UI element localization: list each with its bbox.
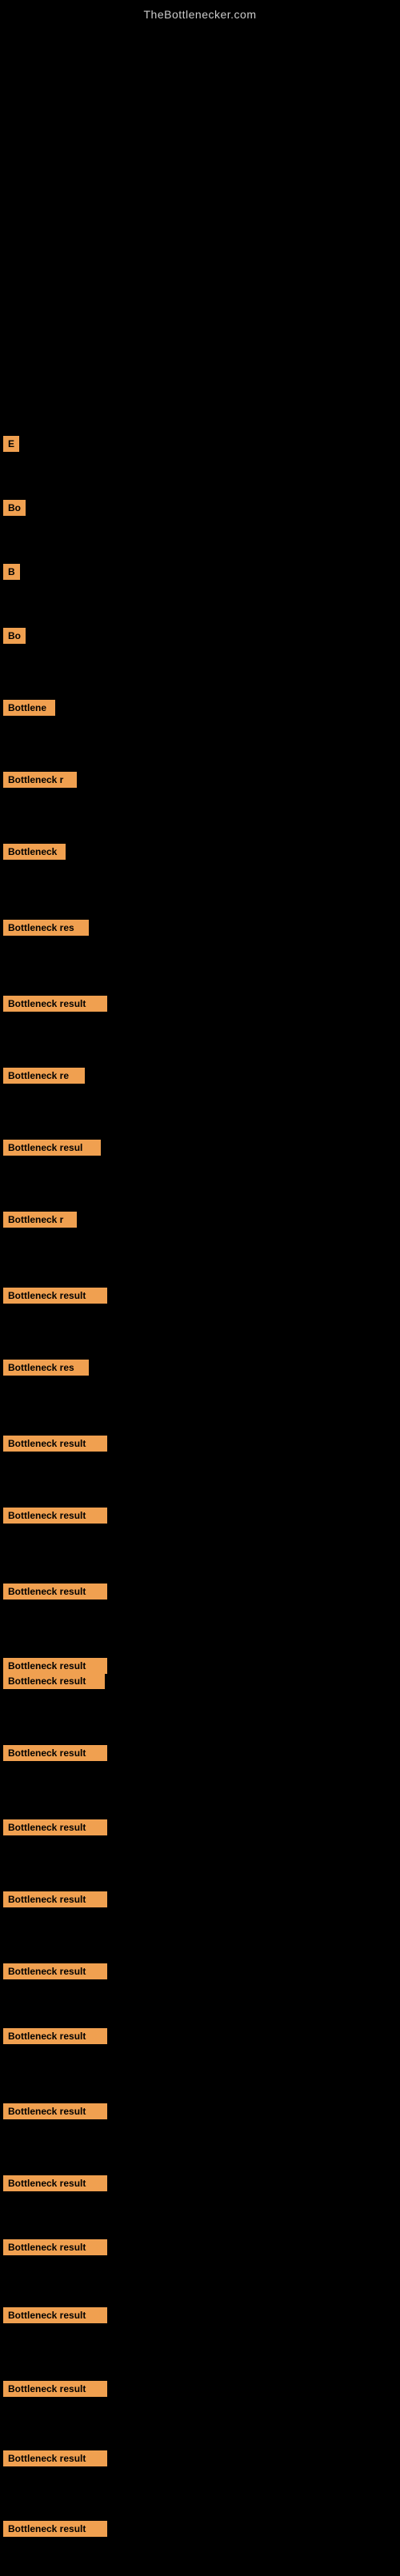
bottleneck-label-16: Bottleneck result — [3, 1504, 107, 1527]
bottleneck-label-3: B — [3, 561, 20, 583]
bottleneck-label-6: Bottleneck r — [3, 769, 77, 791]
bottleneck-label-23: Bottleneck result — [3, 1960, 107, 1983]
bottleneck-label-7: Bottleneck — [3, 841, 66, 863]
bottleneck-label-19: Bottleneck result — [3, 1670, 105, 1692]
bottleneck-label-11: Bottleneck resul — [3, 1136, 101, 1159]
bottleneck-label-22: Bottleneck result — [3, 1888, 107, 1911]
bottleneck-label-26: Bottleneck result — [3, 2172, 107, 2195]
bottleneck-label-8: Bottleneck res — [3, 917, 89, 939]
bottleneck-label-1: E — [3, 433, 19, 455]
bottleneck-label-10: Bottleneck re — [3, 1064, 85, 1087]
bottleneck-label-28: Bottleneck result — [3, 2304, 107, 2326]
bottleneck-label-17: Bottleneck result — [3, 1580, 107, 1603]
bottleneck-label-29: Bottleneck result — [3, 2378, 107, 2400]
bottleneck-label-13: Bottleneck result — [3, 1284, 107, 1307]
bottleneck-label-31: Bottleneck result — [3, 2518, 107, 2540]
bottleneck-label-5: Bottlene — [3, 697, 55, 719]
bottleneck-label-21: Bottleneck result — [3, 1816, 107, 1839]
bottleneck-label-2: Bo — [3, 497, 26, 519]
bottleneck-label-15: Bottleneck result — [3, 1432, 107, 1455]
bottleneck-label-30: Bottleneck result — [3, 2447, 107, 2470]
bottleneck-label-4: Bo — [3, 625, 26, 647]
bottleneck-label-24: Bottleneck result — [3, 2025, 107, 2047]
bottleneck-label-12: Bottleneck r — [3, 1208, 77, 1231]
bottleneck-label-27: Bottleneck result — [3, 2236, 107, 2258]
bottleneck-label-20: Bottleneck result — [3, 1742, 107, 1764]
bottleneck-label-9: Bottleneck result — [3, 992, 107, 1015]
bottleneck-label-25: Bottleneck result — [3, 2100, 107, 2123]
site-title: TheBottlenecker.com — [0, 0, 400, 25]
bottleneck-label-14: Bottleneck res — [3, 1356, 89, 1379]
